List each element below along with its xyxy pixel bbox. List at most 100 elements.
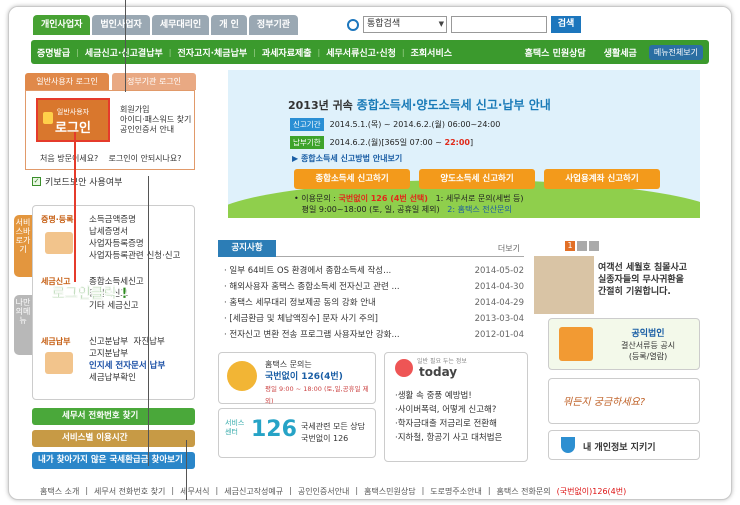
footer-link[interactable]: 공인인증서안내 — [298, 486, 350, 497]
sewol-text: 여객선 세월호 침몰사고 — [598, 263, 688, 273]
refund-search-button[interactable]: 내가 찾아가지 않은 국세환급금 찾아보기 — [32, 452, 195, 469]
tab-corporate[interactable]: 법인사업자 — [92, 15, 150, 35]
tab-individual-business[interactable]: 개인사업자 — [33, 15, 91, 35]
svc-item-pair: 신고분납부 자진납부 — [89, 336, 165, 348]
praying-hands-image — [534, 256, 594, 314]
svc-item[interactable]: 소득금액증명 — [89, 214, 180, 226]
footer-link[interactable]: 홈택스 전화문의 — [497, 486, 551, 497]
call-hours: 평일 9:00 ~ 18:00 (토,일,공휴일 제외) — [265, 385, 369, 405]
service-center-box[interactable]: 서비스센터 126 국세관련 모든 상담 국번없이 126 — [218, 408, 376, 458]
footer-link[interactable]: 홈택스민원상담 — [364, 486, 416, 497]
tab-my-menu[interactable]: 나만의메뉴 — [14, 295, 32, 355]
sewol-banner[interactable]: 여객선 세월호 침몰사고 실종자들의 무사귀환을 간절히 기원합니다. — [534, 256, 700, 314]
login-click-annotation: 로그인클릭 ! — [52, 286, 128, 302]
login-trouble-link[interactable]: 로그인이 안되시나요? — [108, 154, 181, 163]
login-links: 회원가입 아이디·패스워드 찾기 공인인증서 안내 — [120, 105, 191, 135]
income-tax-file-button[interactable]: 종합소득세 신고하기 — [294, 169, 410, 189]
notice-row[interactable]: · [세금환급 및 체납액징수] 문자 사기 주의] 2013-03-04 — [218, 311, 524, 327]
svc-item[interactable]: 신고분납부 — [89, 337, 128, 347]
faq-banner[interactable]: 뭐든지 궁금하세요? — [548, 378, 700, 424]
banner-pager: 1 — [565, 241, 599, 251]
notice-more-link[interactable]: 더보기 — [498, 243, 520, 254]
svc-item[interactable]: 인지세 전자문서 납부 — [89, 360, 165, 372]
keyboard-security: ✓ 키보드보안 사용여부 — [32, 175, 122, 188]
svc-item[interactable]: 세금납부확인 — [89, 372, 165, 384]
footer-link[interactable]: 도로명주소안내 — [430, 486, 482, 497]
tab-general-login[interactable]: 일반사용자 로그인 — [25, 73, 109, 90]
pub-sub: 결산서류등 공시 — [621, 341, 676, 350]
filing-period: 신고기간 2014.5.1.(목) ~ 2014.6.2.(월) 06:00~24… — [290, 118, 500, 131]
signup-link[interactable]: 회원가입 — [120, 105, 191, 115]
tab-government[interactable]: 정부기관 — [248, 15, 299, 35]
search-button[interactable]: 검색 — [551, 16, 581, 33]
pager-3[interactable] — [589, 241, 599, 251]
document-icon — [559, 327, 593, 361]
svc-item[interactable]: 사업자등록관련 신청·신고 — [89, 250, 180, 262]
tax-office-phone-button[interactable]: 세무서 전화번호 찾기 — [32, 408, 195, 425]
notice-row[interactable]: · 전자신고 변환 전송 프로그램 사용자보안 강화... 2012-01-04 — [218, 327, 524, 343]
public-corp-banner[interactable]: 공익법인 결산서류등 공시 (등록/열람) — [548, 318, 700, 370]
user-type-tabs: 개인사업자 법인사업자 세무대리인 개 인 정부기관 — [33, 15, 299, 35]
tab-tax-agent[interactable]: 세무대리인 — [151, 15, 210, 35]
today-item[interactable]: ·사이버폭력, 어떻게 신고해? — [395, 403, 502, 417]
nav-life-tax[interactable]: 생활세금 — [598, 46, 643, 59]
call-center-box[interactable]: 홈택스 문의는 국번없이 126(4번) 평일 9:00 ~ 18:00 (토,… — [218, 352, 376, 405]
first-visit-link[interactable]: 처음 방문이세요? — [40, 154, 98, 163]
search-input[interactable] — [451, 16, 547, 33]
tax-today-box: 일반 필요 두는 정보 today ·생활 속 중풍 예방법! ·사이버폭력, … — [384, 352, 528, 462]
notice-board: 공지사항 더보기 · 일부 64비트 OS 환경에서 종합소득세 작성... 20… — [218, 240, 524, 343]
headset-icon — [227, 361, 257, 391]
payment-deadline: 납부기한 2014.6.2.(월)[365일 07:00 ~ 22:00] — [290, 136, 473, 149]
payment-icon — [45, 352, 73, 374]
svc-item[interactable]: 사업자등록증명 — [89, 238, 180, 250]
svc-item[interactable]: 납세증명서 — [89, 226, 180, 238]
transfer-tax-file-button[interactable]: 양도소득세 신고하기 — [419, 169, 535, 189]
call-text: 홈택스 문의는 — [265, 360, 312, 369]
tab-individual[interactable]: 개 인 — [211, 15, 247, 35]
footer-link[interactable]: 홈택스 소개 — [40, 486, 79, 497]
nav-inquiry[interactable]: 조회서비스 — [405, 46, 458, 59]
today-item[interactable]: ·생활 속 중풍 예방법! — [395, 389, 502, 403]
business-account-button[interactable]: 사업용계좌 신고하기 — [544, 169, 660, 189]
service-hours-button[interactable]: 서비스별 이용시간 — [32, 430, 195, 447]
svc-item[interactable]: 고지분납부 — [89, 348, 165, 360]
pager-2[interactable] — [577, 241, 587, 251]
tab-service-shortcut[interactable]: 서비스바로가기 — [14, 215, 32, 277]
pub-title: 공익법인 — [631, 329, 665, 339]
notice-row[interactable]: · 해외사용자 홈택스 종합소득세 전자신고 관련 ... 2014-04-30 — [218, 279, 524, 295]
footer-link[interactable]: 세금신고작성예규 — [224, 486, 283, 497]
footer-link[interactable]: 세무서 전화번호 찾기 — [94, 486, 165, 497]
today-item[interactable]: ·지하철, 항공기 사고 대처법은 — [395, 431, 502, 445]
login-box: 일반사용자 로그인 회원가입 아이디·패스워드 찾기 공인인증서 안내 처음 방… — [25, 90, 195, 170]
today-item[interactable]: ·학자금대출 저금리로 전환해 — [395, 417, 502, 431]
footer-link[interactable]: 세무서식 — [180, 486, 209, 497]
pub-sub: (등록/열람) — [628, 352, 668, 361]
pager-1[interactable]: 1 — [565, 241, 575, 251]
banner-buttons: 종합소득세 신고하기 양도소득세 신고하기 사업용계좌 신고하기 — [294, 169, 660, 189]
notice-row[interactable]: · 홈택스 세무대리 정보제공 동의 강화 안내 2014-04-29 — [218, 295, 524, 311]
privacy-banner[interactable]: 내 개인정보 지키기 — [548, 430, 700, 460]
main-nav: 증명발급 | 세금신고·신고결납부 | 전자고지·체금납부 | 과세자료제출 | 세무서… — [31, 40, 709, 64]
filing-guide-link[interactable]: ▶ 종합소득세 신고방법 안내보기 — [292, 153, 402, 164]
keyboard-security-checkbox[interactable]: ✓ — [32, 177, 41, 186]
today-tag: 일반 필요 두는 정보 — [417, 358, 467, 365]
find-id-link[interactable]: 아이디·패스워드 찾기 — [120, 115, 191, 125]
nav-certificate[interactable]: 증명발급 — [31, 46, 76, 59]
nav-e-notice[interactable]: 전자고지·체금납부 — [171, 46, 253, 59]
privacy-text: 내 개인정보 지키기 — [583, 443, 656, 453]
svc-item[interactable]: 자진납부 — [134, 337, 165, 347]
certificate-icon — [45, 232, 73, 254]
service-center-number: 126 — [251, 417, 297, 442]
nav-tax-docs[interactable]: 세무서류신고·신청 — [320, 46, 402, 59]
nav-civil-consult[interactable]: 홈택스 민원상담 — [519, 46, 592, 59]
banner-contact-info: • 이용문의 : 국번없이 126 (4번 선택) 1: 세무서로 문의(세법 … — [294, 194, 524, 214]
all-menu-button[interactable]: 메뉴전체보기 — [648, 44, 703, 60]
annotation-line — [125, 0, 126, 92]
today-logo-icon — [395, 359, 413, 377]
cert-guide-link[interactable]: 공인인증서 안내 — [120, 125, 191, 135]
nav-tax-filing[interactable]: 세금신고·신고결납부 — [79, 46, 169, 59]
search-scope-select[interactable]: 통합검색 — [363, 16, 447, 33]
login-button[interactable]: 일반사용자 로그인 — [36, 98, 110, 142]
nav-tax-data[interactable]: 과세자료제출 — [256, 46, 318, 59]
notice-row[interactable]: · 일부 64비트 OS 환경에서 종합소득세 작성... 2014-05-02 — [218, 263, 524, 279]
